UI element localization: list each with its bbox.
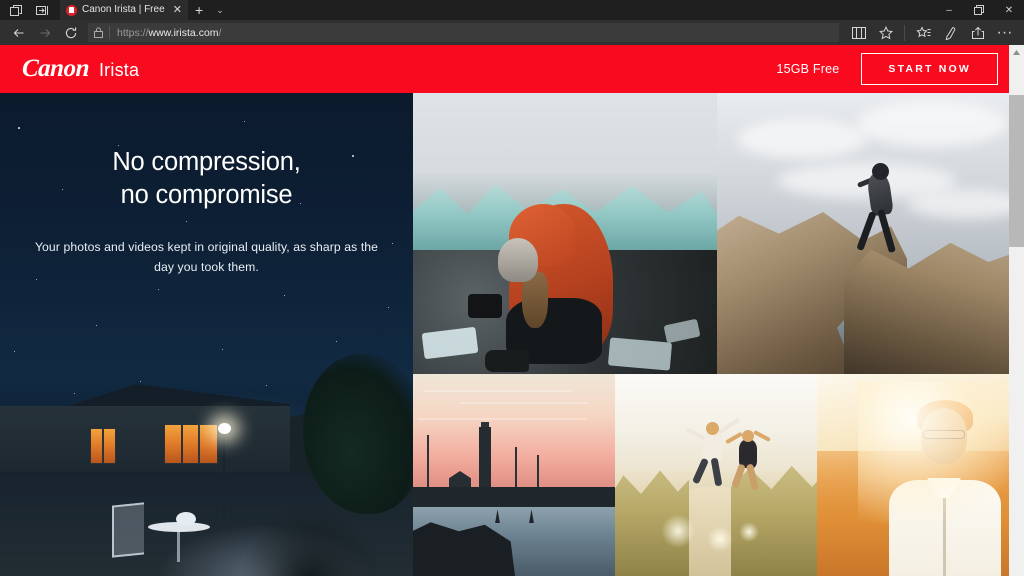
flower-pot — [176, 512, 196, 526]
set-tabs-aside-icon[interactable] — [30, 1, 54, 20]
tab-title: Canon Irista | Free Clou — [82, 4, 166, 15]
minimize-button[interactable]: – — [934, 0, 964, 20]
hero-section: No compression, no compromise Your photo… — [0, 93, 1024, 576]
jumper1-head — [706, 422, 719, 435]
porch-lamp — [218, 423, 231, 434]
titlebar-system-buttons — [0, 0, 54, 20]
hiking-boot — [485, 350, 529, 372]
garden-chair — [112, 502, 144, 558]
more-options-icon[interactable]: ··· — [991, 20, 1018, 45]
cabin-window-large — [164, 424, 218, 464]
photo-gallery — [413, 93, 1024, 576]
lock-icon — [94, 27, 103, 38]
irista-wordmark: Irista — [98, 60, 140, 80]
photo-dune-jumpers[interactable] — [615, 374, 817, 576]
sun-glow — [858, 382, 1024, 524]
new-tab-button[interactable]: + — [188, 0, 210, 20]
hero-copy: No compression, no compromise Your photo… — [0, 93, 413, 278]
forward-icon[interactable] — [32, 20, 58, 45]
shoreline — [413, 487, 615, 508]
hero-title-line1: No compression, — [112, 148, 301, 176]
chevron-down-icon[interactable]: ⌄ — [210, 0, 230, 20]
jumper2-head — [742, 430, 754, 442]
canon-wordmark: Canon — [21, 55, 90, 82]
browser-navbar: https://www.irista.com/ ··· — [0, 20, 1024, 45]
url-host: www.irista.com — [148, 26, 219, 39]
web-page-content: Canon Irista 15GB Free START NOW No comp… — [0, 45, 1024, 576]
refresh-icon[interactable] — [58, 20, 84, 45]
toolbar-divider — [904, 24, 905, 41]
close-button[interactable]: ✕ — [994, 0, 1024, 20]
reading-view-icon[interactable] — [845, 20, 872, 45]
page-scrollbar[interactable] — [1009, 45, 1024, 576]
photographer-beanie — [498, 238, 538, 282]
scroll-up-arrow-icon[interactable] — [1009, 45, 1024, 60]
jumper-head — [872, 163, 889, 180]
address-divider — [109, 26, 110, 39]
browser-tab[interactable]: Canon Irista | Free Clou ✕ — [60, 0, 188, 20]
hero-subtitle: Your photos and videos kept in original … — [34, 240, 379, 275]
photo-backlit-man[interactable] — [817, 374, 1024, 576]
camera — [468, 294, 502, 318]
page-title: No compression, no compromise — [28, 146, 385, 212]
free-storage-label: 15GB Free — [776, 62, 840, 76]
address-url: https://www.irista.com/ — [117, 27, 221, 39]
dune-grass-right — [731, 465, 817, 576]
lamp-pole — [223, 432, 225, 518]
window-controls: – ✕ — [934, 0, 1024, 20]
back-icon[interactable] — [6, 20, 32, 45]
browser-window: Canon Irista | Free Clou ✕ + ⌄ – ✕ — [0, 0, 1024, 576]
browser-titlebar: Canon Irista | Free Clou ✕ + ⌄ – ✕ — [0, 0, 1024, 20]
favorite-star-icon[interactable] — [872, 20, 899, 45]
site-header: Canon Irista 15GB Free START NOW — [0, 45, 1024, 93]
lighthouse-tower — [479, 426, 491, 492]
cabin-wall — [0, 406, 290, 472]
cabin-window-small — [90, 428, 116, 464]
start-now-button[interactable]: START NOW — [861, 52, 998, 86]
close-icon[interactable]: ✕ — [171, 5, 184, 16]
foreground-plant — [240, 504, 380, 576]
header-actions: 15GB Free START NOW — [776, 52, 1024, 86]
url-prefix: https:// — [117, 26, 149, 39]
address-bar[interactable]: https://www.irista.com/ — [88, 23, 839, 42]
url-suffix: / — [218, 26, 222, 39]
maximize-button[interactable] — [964, 0, 994, 20]
gallery-row-top — [413, 93, 1024, 374]
collections-icon[interactable] — [910, 20, 937, 45]
photo-rock-leap[interactable] — [717, 93, 1024, 374]
gallery-row-bottom — [413, 374, 1024, 576]
photo-lighthouse-sunset[interactable] — [413, 374, 615, 576]
scrollbar-track[interactable] — [1009, 60, 1024, 95]
canon-favicon — [66, 4, 77, 16]
photo-glacier-photographer[interactable] — [413, 93, 717, 374]
table-leg — [177, 530, 180, 562]
web-notes-pen-icon[interactable] — [937, 20, 964, 45]
toolbar-icons: ··· — [845, 20, 1018, 45]
share-icon[interactable] — [964, 20, 991, 45]
site-logo[interactable]: Canon Irista — [22, 55, 139, 83]
scrollbar-thumb[interactable] — [1009, 95, 1024, 247]
hero-title-line2: no compromise — [120, 181, 293, 210]
night-cabin-photo: No compression, no compromise Your photo… — [0, 93, 413, 576]
tab-preview-icon[interactable] — [4, 1, 28, 20]
